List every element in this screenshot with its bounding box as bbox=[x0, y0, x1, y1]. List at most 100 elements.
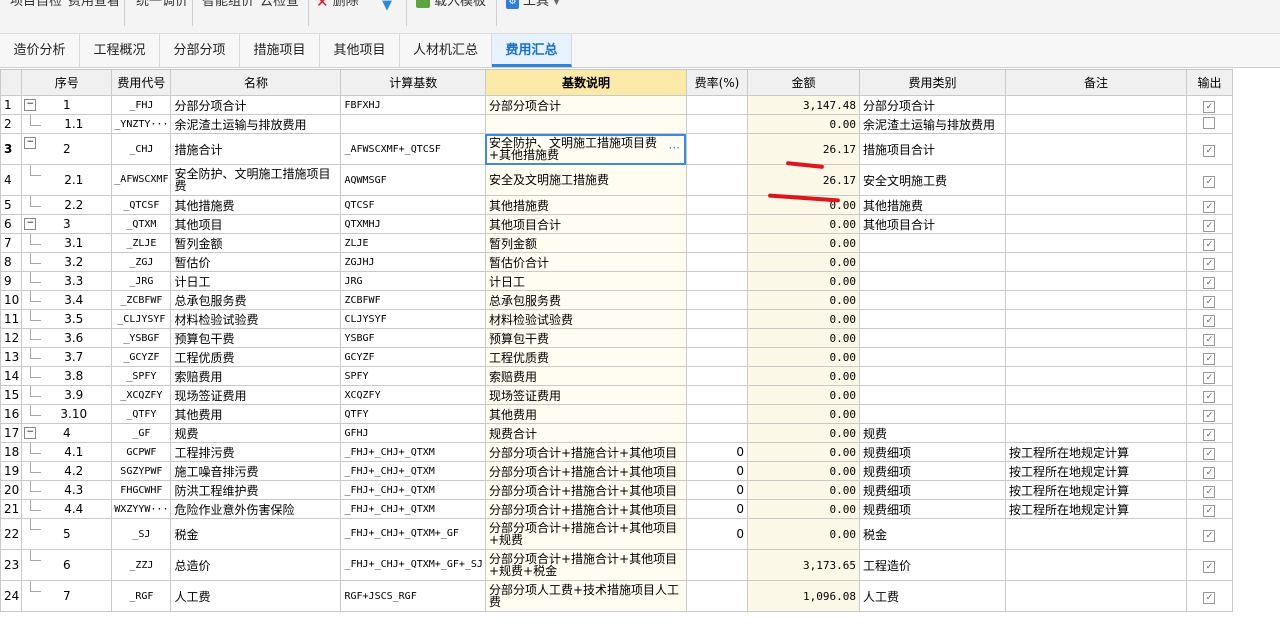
calc-base-cell[interactable]: CLJYSYF bbox=[340, 309, 486, 329]
rate-cell[interactable]: 0 bbox=[685, 518, 748, 550]
base-desc-cell[interactable]: 现场签证费用 bbox=[484, 385, 687, 405]
seq-cell[interactable]: −3 bbox=[21, 214, 113, 234]
fee-name-cell[interactable]: 施工噪音排污费 bbox=[170, 461, 342, 481]
seq-cell[interactable]: 4.3 bbox=[21, 480, 113, 500]
checked-checkbox[interactable]: ✓ bbox=[1203, 485, 1216, 498]
output-cell[interactable]: ✓ bbox=[1185, 133, 1233, 165]
seq-cell[interactable]: 3.5 bbox=[21, 309, 113, 329]
calc-base-cell[interactable]: _FHJ+_CHJ+_QTXM bbox=[340, 442, 486, 462]
seq-cell[interactable]: 3.10 bbox=[21, 404, 113, 424]
calc-base-cell[interactable]: ZCBFWF bbox=[340, 290, 486, 310]
checked-checkbox[interactable]: ✓ bbox=[1203, 144, 1216, 157]
category-cell[interactable] bbox=[858, 328, 1006, 348]
row-number-cell[interactable]: 4 bbox=[0, 164, 23, 196]
table-row[interactable]: 13 3.7 _GCYZF 工程优质费 GCYZF 工程优质费 0.00 ✓ bbox=[0, 347, 1233, 367]
rate-cell[interactable] bbox=[685, 423, 748, 443]
rate-cell[interactable] bbox=[685, 195, 748, 215]
note-cell[interactable] bbox=[1004, 95, 1187, 115]
row-number-cell[interactable]: 1 bbox=[0, 95, 23, 115]
fee-code-cell[interactable]: _CHJ bbox=[111, 133, 172, 165]
note-cell[interactable] bbox=[1004, 309, 1187, 329]
seq-cell[interactable]: −2 bbox=[21, 133, 113, 165]
calc-base-cell[interactable]: _FHJ+_CHJ+_QTXM+_GF+_SJ bbox=[340, 549, 486, 581]
header-category[interactable]: 费用类别 bbox=[858, 69, 1006, 96]
seq-cell[interactable]: 3.7 bbox=[21, 347, 113, 367]
note-cell[interactable] bbox=[1004, 195, 1187, 215]
seq-cell[interactable]: 3.4 bbox=[21, 290, 113, 310]
collapse-toggle-icon[interactable]: − bbox=[24, 137, 37, 149]
category-cell[interactable]: 其他项目合计 bbox=[858, 214, 1006, 234]
toolbar-delete-button[interactable]: ✕ 删除 bbox=[316, 0, 359, 12]
checked-checkbox[interactable]: ✓ bbox=[1203, 504, 1216, 517]
fee-code-cell[interactable]: _ZGJ bbox=[111, 252, 172, 272]
row-number-cell[interactable]: 20 bbox=[0, 480, 23, 500]
seq-cell[interactable]: 6 bbox=[21, 549, 113, 581]
note-cell[interactable] bbox=[1004, 214, 1187, 234]
rate-cell[interactable] bbox=[685, 404, 748, 424]
category-cell[interactable]: 税金 bbox=[858, 518, 1006, 550]
fee-code-cell[interactable]: _GF bbox=[111, 423, 172, 443]
table-row[interactable]: 9 3.3 _JRG 计日工 JRG 计日工 0.00 ✓ bbox=[0, 271, 1233, 291]
base-desc-cell[interactable] bbox=[484, 114, 687, 134]
fee-code-cell[interactable]: _ZZJ bbox=[111, 549, 172, 581]
collapse-toggle-icon[interactable]: − bbox=[24, 427, 37, 439]
checked-checkbox[interactable]: ✓ bbox=[1203, 219, 1216, 232]
note-cell[interactable] bbox=[1004, 385, 1187, 405]
rate-cell[interactable] bbox=[685, 385, 748, 405]
output-cell[interactable]: ✓ bbox=[1185, 328, 1233, 348]
rate-cell[interactable] bbox=[685, 214, 748, 234]
table-row[interactable]: 3−2 _CHJ 措施合计 _AFWSCXMF+_QTCSF 安全防护、文明施工措施项目… bbox=[0, 133, 1233, 165]
base-desc-cell[interactable]: 预算包干费 bbox=[484, 328, 687, 348]
output-cell[interactable]: ✓ bbox=[1185, 366, 1233, 386]
seq-cell[interactable]: 5 bbox=[21, 518, 113, 550]
checked-checkbox[interactable]: ✓ bbox=[1203, 371, 1216, 384]
checked-checkbox[interactable]: ✓ bbox=[1203, 560, 1216, 573]
calc-base-cell[interactable]: YSBGF bbox=[340, 328, 486, 348]
checked-checkbox[interactable]: ✓ bbox=[1203, 447, 1216, 460]
base-desc-cell[interactable]: 分部分项合计+措施合计+其他项目 bbox=[484, 499, 687, 519]
header-note[interactable]: 备注 bbox=[1004, 69, 1187, 96]
rate-cell[interactable] bbox=[685, 252, 748, 272]
note-cell[interactable] bbox=[1004, 290, 1187, 310]
base-desc-cell[interactable]: 安全及文明施工措施费 bbox=[484, 164, 687, 196]
row-number-cell[interactable]: 12 bbox=[0, 328, 23, 348]
fee-name-cell[interactable]: 税金 bbox=[170, 518, 342, 550]
row-number-cell[interactable]: 22 bbox=[0, 518, 23, 550]
fee-name-cell[interactable]: 其他项目 bbox=[170, 214, 342, 234]
seq-cell[interactable]: 2.2 bbox=[21, 195, 113, 215]
calc-base-cell[interactable]: GCYZF bbox=[340, 347, 486, 367]
checked-checkbox[interactable]: ✓ bbox=[1203, 390, 1216, 403]
note-cell[interactable] bbox=[1004, 423, 1187, 443]
seq-cell[interactable]: 3.1 bbox=[21, 233, 113, 253]
base-desc-cell[interactable]: 总承包服务费 bbox=[484, 290, 687, 310]
category-cell[interactable]: 规费细项 bbox=[858, 442, 1006, 462]
table-row[interactable]: 8 3.2 _ZGJ 暂估价 ZGJHJ 暂估价合计 0.00 ✓ bbox=[0, 252, 1233, 272]
seq-cell[interactable]: 3.8 bbox=[21, 366, 113, 386]
calc-base-cell[interactable]: GFHJ bbox=[340, 423, 486, 443]
fee-name-cell[interactable]: 其他措施费 bbox=[170, 195, 342, 215]
fee-code-cell[interactable]: SGZYPWF bbox=[111, 461, 172, 481]
category-cell[interactable]: 措施项目合计 bbox=[858, 133, 1006, 165]
calc-base-cell[interactable]: _FHJ+_CHJ+_QTXM bbox=[340, 480, 486, 500]
output-cell[interactable]: ✓ bbox=[1185, 423, 1233, 443]
tab-cost-analysis[interactable]: 造价分析 bbox=[0, 34, 80, 67]
row-number-cell[interactable]: 18 bbox=[0, 442, 23, 462]
category-cell[interactable]: 规费细项 bbox=[858, 461, 1006, 481]
fee-code-cell[interactable]: _JRG bbox=[111, 271, 172, 291]
fee-name-cell[interactable]: 余泥渣土运输与排放费用 bbox=[170, 114, 342, 134]
note-cell[interactable]: 按工程所在地规定计算 bbox=[1004, 461, 1187, 481]
category-cell[interactable]: 工程造价 bbox=[858, 549, 1006, 581]
calc-base-cell[interactable]: ZGJHJ bbox=[340, 252, 486, 272]
output-cell[interactable]: ✓ bbox=[1185, 518, 1233, 550]
calc-base-cell[interactable]: XCQZFY bbox=[340, 385, 486, 405]
category-cell[interactable]: 安全文明施工费 bbox=[858, 164, 1006, 196]
rate-cell[interactable]: 0 bbox=[685, 442, 748, 462]
collapse-toggle-icon[interactable]: − bbox=[24, 99, 37, 111]
output-cell[interactable]: ✓ bbox=[1185, 271, 1233, 291]
note-cell[interactable] bbox=[1004, 271, 1187, 291]
category-cell[interactable]: 规费细项 bbox=[858, 480, 1006, 500]
table-row[interactable]: 2 1.1 _YNZTY··· 余泥渣土运输与排放费用 0.00 余泥渣土运输与排放费用 bbox=[0, 114, 1233, 134]
table-row[interactable]: 20 4.3 FHGCWHF 防洪工程维护费 _FHJ+_CHJ+_QTXM 分部分项合计… bbox=[0, 480, 1233, 500]
category-cell[interactable] bbox=[858, 404, 1006, 424]
category-cell[interactable] bbox=[858, 366, 1006, 386]
